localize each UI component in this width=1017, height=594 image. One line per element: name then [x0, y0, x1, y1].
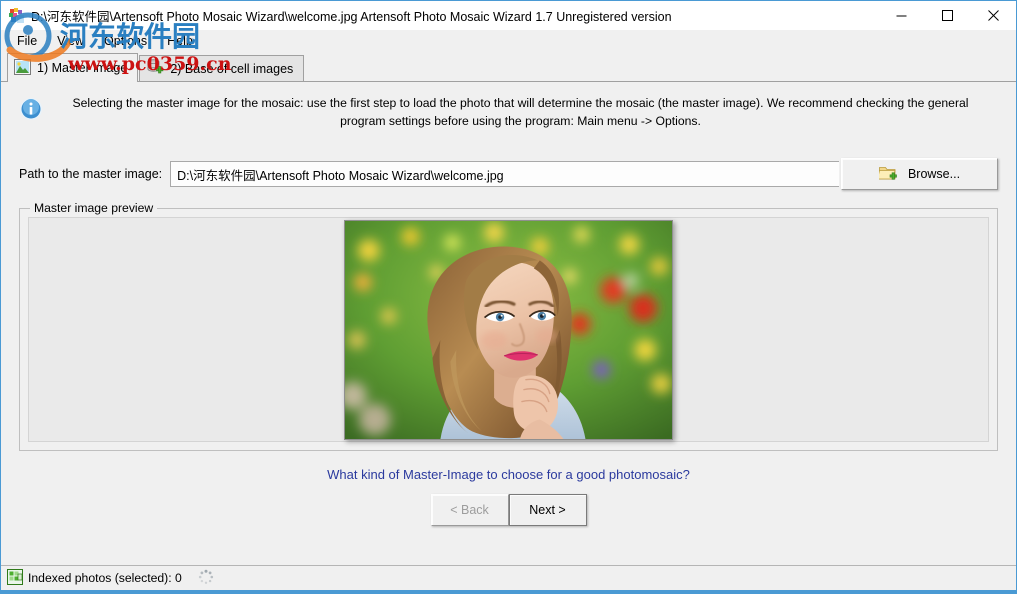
tab-label: 2) Base of cell images [170, 62, 293, 76]
menu-item-view[interactable]: View [47, 31, 94, 51]
close-icon [988, 10, 999, 21]
next-button[interactable]: Next > [509, 494, 587, 526]
tabstrip: 1) Master image 2) Base of cell images [1, 52, 1016, 82]
master-image-preview-group: Master image preview [19, 208, 998, 451]
path-row: Path to the master image: D:\河东软件园\Arten… [19, 158, 998, 190]
statusbar: Indexed photos (selected): 0 [1, 565, 1016, 590]
browse-button[interactable]: Browse... [841, 158, 998, 190]
browse-button-label: Browse... [908, 167, 960, 181]
window-title: D:\河东软件园\Artensoft Photo Mosaic Wizard\w… [31, 6, 878, 25]
tab-master-image[interactable]: 1) Master image [7, 53, 138, 82]
info-banner: Selecting the master image for the mosai… [1, 82, 1016, 136]
help-link-row: What kind of Master-Image to choose for … [1, 467, 1016, 482]
bottom-accent-bar [1, 590, 1016, 593]
app-window: D:\河东软件园\Artensoft Photo Mosaic Wizard\w… [0, 0, 1017, 594]
titlebar: D:\河东软件园\Artensoft Photo Mosaic Wizard\w… [1, 1, 1016, 30]
maximize-icon [942, 10, 953, 21]
preview-group-title: Master image preview [30, 201, 157, 215]
info-text: Selecting the master image for the mosai… [51, 94, 1002, 130]
master-image-photo [345, 221, 672, 439]
menu-item-file[interactable]: File [7, 31, 47, 51]
database-add-icon [146, 59, 164, 78]
wizard-navigation: < Back Next > [1, 494, 1016, 526]
maximize-button[interactable] [924, 1, 970, 30]
statusbar-text: Indexed photos (selected): 0 [28, 571, 182, 585]
menu-item-options[interactable]: Options [94, 31, 157, 51]
info-icon [19, 97, 43, 124]
tab-base-of-cell-images[interactable]: 2) Base of cell images [139, 55, 304, 81]
master-image-thumbnail [344, 220, 673, 440]
loading-spinner-icon [198, 569, 214, 588]
back-button[interactable]: < Back [431, 494, 509, 526]
minimize-button[interactable] [878, 1, 924, 30]
window-controls [878, 1, 1016, 30]
path-input[interactable]: D:\河东软件园\Artensoft Photo Mosaic Wizard\w… [170, 161, 839, 187]
menubar: File View Options Help [1, 30, 1016, 52]
close-button[interactable] [970, 1, 1016, 30]
picture-icon [14, 59, 31, 78]
path-label: Path to the master image: [19, 167, 162, 181]
mosaic-app-icon [9, 8, 25, 24]
folder-add-icon [879, 165, 898, 184]
menu-item-help[interactable]: Help [157, 31, 203, 51]
photomosaic-help-link[interactable]: What kind of Master-Image to choose for … [327, 467, 690, 482]
preview-area [28, 217, 989, 442]
tab-label: 1) Master image [37, 61, 127, 75]
indexed-photos-icon [7, 569, 23, 588]
minimize-icon [896, 10, 907, 21]
content-panel: Selecting the master image for the mosai… [1, 82, 1016, 565]
